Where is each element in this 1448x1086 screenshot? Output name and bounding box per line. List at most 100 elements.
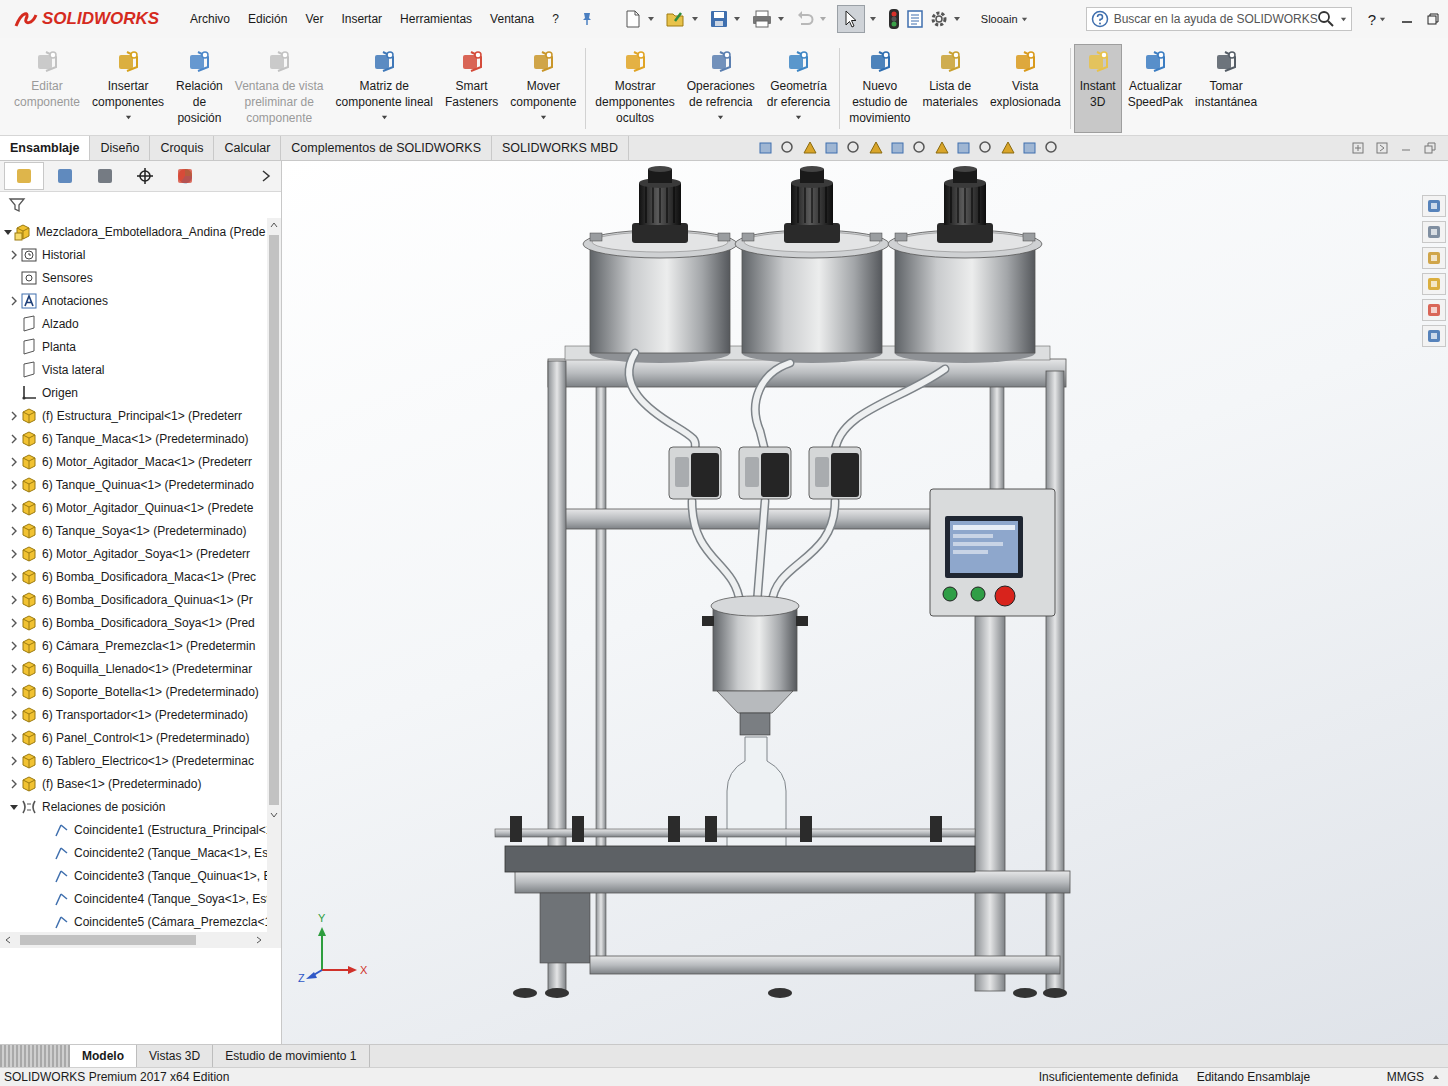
caret-icon[interactable]	[819, 15, 827, 23]
collapsed-arrow-icon[interactable]	[9, 411, 19, 421]
caret-icon[interactable]	[691, 15, 699, 23]
ribbon-button[interactable]: Nuevoestudio demovimiento	[843, 44, 916, 133]
tree-item[interactable]: Relaciones de posición	[0, 795, 267, 818]
collapsed-arrow-icon[interactable]	[9, 503, 19, 513]
horizontal-scrollbar[interactable]	[0, 932, 281, 948]
ribbon-button[interactable]: Vistaexplosionada	[984, 44, 1067, 133]
command-tab[interactable]: Diseño	[90, 136, 150, 160]
tree-item[interactable]: Coincidente5 (Cámara_Premezcla<1>	[0, 910, 267, 932]
ribbon-button[interactable]: Tomarinstantánea	[1189, 44, 1263, 133]
undo-icon[interactable]	[795, 9, 815, 29]
expanded-arrow-icon[interactable]	[3, 227, 13, 237]
model-tab[interactable]: Modelo	[70, 1045, 137, 1067]
tree-item[interactable]: Sensores	[0, 266, 267, 289]
tree-item[interactable]: 6) Motor_Agitador_Quinua<1> (Predete	[0, 496, 267, 519]
mixing-tank[interactable]	[888, 166, 1042, 363]
tree-item[interactable]: Planta	[0, 335, 267, 358]
ribbon-button[interactable]: Matriz decomponente lineal	[330, 44, 439, 133]
dropdown-caret-icon[interactable]	[381, 114, 388, 121]
ribbon-button[interactable]: ActualizarSpeedPak	[1122, 44, 1189, 133]
mixing-tank[interactable]	[583, 166, 737, 363]
ribbon-button[interactable]: Instant3D	[1074, 44, 1122, 133]
open-folder-icon[interactable]	[665, 9, 687, 29]
collapsed-arrow-icon[interactable]	[9, 457, 19, 467]
tree-item[interactable]: 6) Cámara_Premezcla<1> (Predetermin	[0, 634, 267, 657]
menu-item[interactable]: Ver	[305, 12, 323, 26]
view-tool-icon[interactable]	[757, 139, 775, 157]
menu-item[interactable]: Archivo	[190, 12, 230, 26]
file-properties-icon[interactable]	[905, 9, 925, 29]
caret-icon[interactable]	[1340, 16, 1347, 23]
dropdown-caret-icon[interactable]	[717, 114, 724, 121]
magnifier-icon[interactable]	[1317, 10, 1335, 28]
filter-funnel-icon[interactable]	[8, 196, 26, 214]
view-tool-icon[interactable]	[801, 139, 819, 157]
tree-item[interactable]: 6) Bomba_Dosificadora_Soya<1> (Pred	[0, 611, 267, 634]
view-tool-icon[interactable]	[999, 139, 1017, 157]
options-gear-icon[interactable]	[929, 9, 949, 29]
ribbon-button[interactable]: Operacionesde refrencia	[681, 44, 761, 133]
task-pane-tab[interactable]	[1422, 195, 1446, 217]
command-tab[interactable]: Calcular	[214, 136, 281, 160]
new-document-icon[interactable]	[623, 9, 643, 29]
tree-item[interactable]: Coincidente1 (Estructura_Principal<1>	[0, 818, 267, 841]
tree-item[interactable]: 6) Tanque_Maca<1> (Predeterminado)	[0, 427, 267, 450]
scroll-down-icon[interactable]	[270, 811, 278, 819]
collapsed-arrow-icon[interactable]	[9, 572, 19, 582]
logo[interactable]: SOLIDWORKS	[14, 9, 174, 29]
help-search[interactable]: Buscar en la ayuda de SOLIDWORKS	[1086, 7, 1352, 31]
ribbon-button[interactable]: Relacióndeposición	[170, 44, 229, 133]
tree-item[interactable]: 6) Bomba_Dosificadora_Quinua<1> (Pr	[0, 588, 267, 611]
tree-item[interactable]: Mezcladora_Embotelladora_Andina (Prede	[0, 220, 267, 243]
dropdown-caret-icon[interactable]	[795, 114, 802, 121]
tile-icon[interactable]	[1352, 142, 1364, 154]
view-tool-icon[interactable]	[911, 139, 929, 157]
caret-icon[interactable]	[869, 15, 877, 23]
collapsed-arrow-icon[interactable]	[9, 434, 19, 444]
view-tool-icon[interactable]	[977, 139, 995, 157]
tree-item[interactable]: Origen	[0, 381, 267, 404]
minimize-icon[interactable]	[1400, 12, 1414, 26]
ribbon-button[interactable]: Lista demateriales	[917, 44, 984, 133]
caret-icon[interactable]	[647, 15, 655, 23]
ribbon-button[interactable]: Mostrardempponentesocultos	[589, 44, 680, 133]
menu-item[interactable]: Edición	[248, 12, 287, 26]
menu-item[interactable]: Herramientas	[400, 12, 472, 26]
tab-scroller[interactable]	[0, 1045, 70, 1067]
mixing-tank[interactable]	[735, 166, 889, 363]
task-pane-tab[interactable]	[1422, 247, 1446, 269]
tree-item[interactable]: Historial	[0, 243, 267, 266]
caret-icon[interactable]	[953, 15, 961, 23]
collapsed-arrow-icon[interactable]	[9, 756, 19, 766]
tree-item[interactable]: 6) Tablero_Electrico<1> (Predeterminac	[0, 749, 267, 772]
ribbon-button[interactable]: Movercomponente	[504, 44, 582, 133]
tree-item[interactable]: 6) Soporte_Botella<1> (Predeterminado)	[0, 680, 267, 703]
view-tool-icon[interactable]	[933, 139, 951, 157]
command-tab[interactable]: Complementos de SOLIDWORKS	[281, 136, 492, 160]
collapsed-arrow-icon[interactable]	[9, 526, 19, 536]
dosing-pump[interactable]	[809, 447, 861, 499]
collapsed-arrow-icon[interactable]	[9, 733, 19, 743]
status-units[interactable]: MMGS	[1387, 1070, 1424, 1084]
caret-icon[interactable]	[733, 15, 741, 23]
collapsed-arrow-icon[interactable]	[9, 664, 19, 674]
view-tool-icon[interactable]	[889, 139, 907, 157]
tree-item[interactable]: 6) Motor_Agitador_Soya<1> (Predeterr	[0, 542, 267, 565]
task-pane-tab[interactable]	[1422, 325, 1446, 347]
tree-item[interactable]: 6) Motor_Agitador_Maca<1> (Predeterr	[0, 450, 267, 473]
panel-tab[interactable]	[46, 163, 84, 189]
task-pane-tab[interactable]	[1422, 221, 1446, 243]
scroll-left-icon[interactable]	[4, 936, 12, 944]
save-icon[interactable]	[709, 9, 729, 29]
tree-item[interactable]: 6) Bomba_Dosificadora_Maca<1> (Prec	[0, 565, 267, 588]
doc-minimize-icon[interactable]	[1400, 142, 1412, 154]
collapsed-arrow-icon[interactable]	[9, 549, 19, 559]
tree-item[interactable]: 6) Boquilla_Llenado<1> (Predeterminar	[0, 657, 267, 680]
tree-item[interactable]: 6) Tanque_Quinua<1> (Predeterminado	[0, 473, 267, 496]
collapsed-arrow-icon[interactable]	[9, 687, 19, 697]
view-tool-icon[interactable]	[823, 139, 841, 157]
command-tab[interactable]: Croquis	[150, 136, 214, 160]
ribbon-button[interactable]: Geometríadr eferencia	[761, 44, 836, 133]
dosing-pump[interactable]	[669, 447, 721, 499]
collapsed-arrow-icon[interactable]	[9, 779, 19, 789]
